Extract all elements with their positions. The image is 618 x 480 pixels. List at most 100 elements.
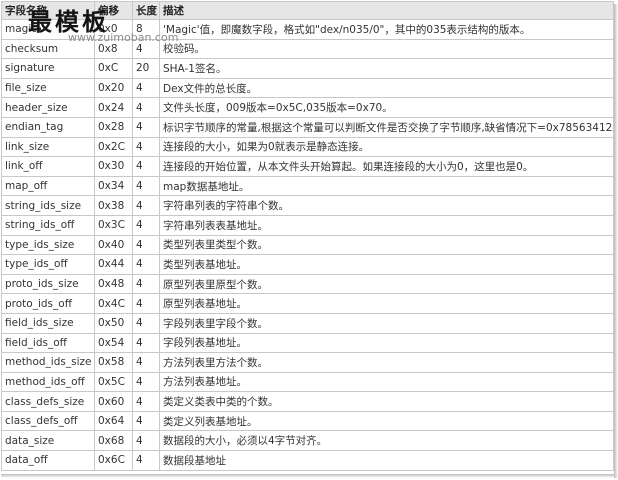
table-row: header_size 0x24 4 文件头长度，009版本=0x5C,035版本=0… — [1, 97, 614, 118]
field-name-cell: method_ids_off — [1, 371, 95, 393]
field-name-cell: class_defs_off — [1, 410, 95, 432]
description-cell: 字符串列表的字符串个数。 — [159, 195, 614, 216]
length-cell: 4 — [132, 77, 160, 99]
field-name-cell: string_ids_size — [1, 195, 95, 216]
offset-cell: 0x28 — [94, 116, 133, 138]
description-cell: 标识字节顺序的常量,根据这个常量可以判断文件是否交换了字节顺序,缺省情况下=0x… — [159, 116, 614, 138]
table-row: map_off 0x34 4 map数据基地址。 — [1, 175, 614, 197]
field-name-cell: type_ids_size — [1, 234, 95, 256]
document-page: 字段名称 偏移 长度 描述 magic 0x0 8 'Magic'值，即魔数字段，格式… — [0, 0, 618, 480]
table-header: 字段名称 偏移 长度 描述 — [1, 1, 614, 20]
header-field-name: 字段名称 — [1, 1, 95, 20]
length-cell: 4 — [132, 352, 160, 373]
description-cell: 类定义列表基地址。 — [159, 410, 614, 432]
length-cell: 8 — [132, 19, 160, 40]
length-cell: 4 — [132, 214, 160, 236]
field-name-cell: proto_ids_size — [1, 273, 95, 295]
description-cell: 类型列表里类型个数。 — [159, 234, 614, 256]
table-row: string_ids_off 0x3C 4 字符串列表表基地址。 — [1, 214, 614, 236]
length-cell: 4 — [132, 293, 160, 314]
table-row: field_ids_size 0x50 4 字段列表里字段个数。 — [1, 312, 614, 334]
offset-cell: 0x60 — [94, 391, 133, 412]
length-cell: 20 — [132, 58, 160, 79]
table-row: data_size 0x68 4 数据段的大小，必须以4字节对齐。 — [1, 430, 614, 452]
description-cell: 原型列表里原型个数。 — [159, 273, 614, 295]
field-name-cell: signature — [1, 58, 95, 79]
table-row: class_defs_off 0x64 4 类定义列表基地址。 — [1, 410, 614, 432]
description-cell: SHA-1签名。 — [159, 58, 614, 79]
length-cell: 4 — [132, 371, 160, 393]
description-cell: 数据段的大小，必须以4字节对齐。 — [159, 430, 614, 452]
table-row: file_size 0x20 4 Dex文件的总长度。 — [1, 77, 614, 99]
description-cell: Dex文件的总长度。 — [159, 77, 614, 99]
offset-cell: 0x2C — [94, 136, 133, 158]
table-row: checksum 0x8 4 校验码。 — [1, 38, 614, 60]
length-cell: 4 — [132, 273, 160, 295]
offset-cell: 0x5C — [94, 371, 133, 393]
offset-cell: 0x38 — [94, 195, 133, 216]
table-row: proto_ids_off 0x4C 4 原型列表基地址。 — [1, 293, 614, 314]
field-name-cell: field_ids_off — [1, 332, 95, 354]
description-cell: 字段列表里字段个数。 — [159, 312, 614, 334]
length-cell: 4 — [132, 156, 160, 177]
field-name-cell: endian_tag — [1, 116, 95, 138]
description-cell: 连接段的开始位置，从本文件头开始算起。如果连接段的大小为0，这里也是0。 — [159, 156, 614, 177]
offset-cell: 0x0 — [94, 19, 133, 40]
offset-cell: 0x50 — [94, 312, 133, 334]
offset-cell: 0x44 — [94, 254, 133, 275]
header-offset: 偏移 — [94, 1, 133, 20]
length-cell: 4 — [132, 116, 160, 138]
offset-cell: 0xC — [94, 58, 133, 79]
table-body: magic 0x0 8 'Magic'值，即魔数字段，格式如"dex/n035/0"，… — [1, 19, 614, 471]
field-name-cell: field_ids_size — [1, 312, 95, 334]
field-name-cell: link_off — [1, 156, 95, 177]
table-row: proto_ids_size 0x48 4 原型列表里原型个数。 — [1, 273, 614, 295]
dex-header-table: 字段名称 偏移 长度 描述 magic 0x0 8 'Magic'值，即魔数字段，格式… — [1, 1, 614, 471]
table-row: method_ids_off 0x5C 4 方法列表基地址。 — [1, 371, 614, 393]
right-shadow — [614, 4, 618, 478]
description-cell: 连接段的大小，如果为0就表示是静态连接。 — [159, 136, 614, 158]
description-cell: 类定义类表中类的个数。 — [159, 391, 614, 412]
description-cell: 文件头长度，009版本=0x5C,035版本=0x70。 — [159, 97, 614, 118]
offset-cell: 0x68 — [94, 430, 133, 452]
length-cell: 4 — [132, 175, 160, 197]
description-cell: 'Magic'值，即魔数字段，格式如"dex/n035/0"，其中的035表示结… — [159, 19, 614, 40]
offset-cell: 0x48 — [94, 273, 133, 295]
offset-cell: 0x58 — [94, 352, 133, 373]
description-cell: 方法列表基地址。 — [159, 371, 614, 393]
header-length: 长度 — [132, 1, 160, 20]
description-cell: 类型列表基地址。 — [159, 254, 614, 275]
field-name-cell: type_ids_off — [1, 254, 95, 275]
offset-cell: 0x8 — [94, 38, 133, 60]
field-name-cell: data_size — [1, 430, 95, 452]
offset-cell: 0x54 — [94, 332, 133, 354]
table-row: signature 0xC 20 SHA-1签名。 — [1, 58, 614, 79]
length-cell: 4 — [132, 332, 160, 354]
description-cell: 原型列表基地址。 — [159, 293, 614, 314]
field-name-cell: class_defs_size — [1, 391, 95, 412]
description-cell: 方法列表里方法个数。 — [159, 352, 614, 373]
field-name-cell: link_size — [1, 136, 95, 158]
offset-cell: 0x6C — [94, 450, 133, 471]
offset-cell: 0x64 — [94, 410, 133, 432]
length-cell: 4 — [132, 97, 160, 118]
offset-cell: 0x34 — [94, 175, 133, 197]
table-row: endian_tag 0x28 4 标识字节顺序的常量,根据这个常量可以判断文件是否交… — [1, 116, 614, 138]
length-cell: 4 — [132, 136, 160, 158]
table-row: link_size 0x2C 4 连接段的大小，如果为0就表示是静态连接。 — [1, 136, 614, 158]
field-name-cell: data_off — [1, 450, 95, 471]
description-cell: 数据段基地址 — [159, 450, 614, 471]
field-name-cell: method_ids_size — [1, 352, 95, 373]
length-cell: 4 — [132, 38, 160, 60]
description-cell: 字段列表基地址。 — [159, 332, 614, 354]
offset-cell: 0x4C — [94, 293, 133, 314]
table-row: field_ids_off 0x54 4 字段列表基地址。 — [1, 332, 614, 354]
length-cell: 4 — [132, 450, 160, 471]
header-description: 描述 — [159, 1, 614, 20]
field-name-cell: string_ids_off — [1, 214, 95, 236]
length-cell: 4 — [132, 391, 160, 412]
bottom-shadow — [1, 474, 615, 478]
table-row: method_ids_size 0x58 4 方法列表里方法个数。 — [1, 352, 614, 373]
length-cell: 4 — [132, 195, 160, 216]
offset-cell: 0x20 — [94, 77, 133, 99]
